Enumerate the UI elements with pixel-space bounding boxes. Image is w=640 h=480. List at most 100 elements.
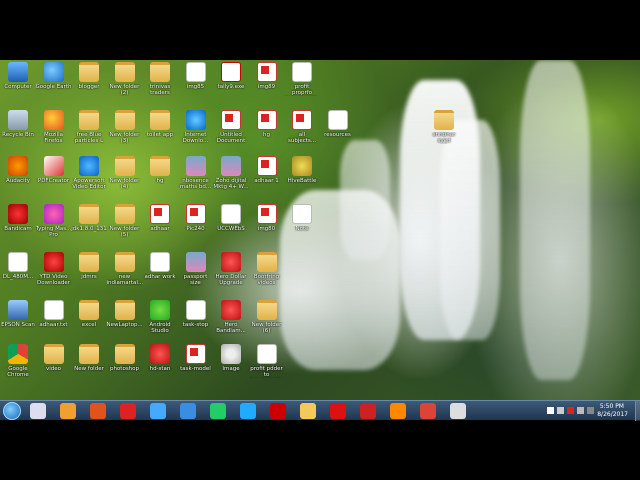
- clock-date[interactable]: 8/26/2017: [597, 411, 628, 418]
- video-editor-icon[interactable]: [210, 403, 226, 419]
- desktop-icon[interactable]: Recycle Bin: [0, 110, 36, 138]
- tally-icon: [221, 62, 241, 82]
- desktop-icon[interactable]: video: [36, 344, 72, 372]
- desktop-icon[interactable]: Mozilla Firefox: [36, 110, 72, 144]
- show-desktop-button[interactable]: [635, 401, 640, 421]
- desktop-icon[interactable]: hg: [142, 156, 178, 184]
- desktop-icon[interactable]: img89: [249, 62, 285, 90]
- desktop-icon[interactable]: New folder (4): [107, 156, 143, 190]
- desktop-icon[interactable]: NewLaptop...: [107, 300, 143, 328]
- desktop-icon[interactable]: profit pdder to incorporatio: [249, 344, 285, 378]
- desktop-icon[interactable]: Zoho dijital Mktg 4+ W...: [213, 156, 249, 190]
- desktop-icon[interactable]: jdmrs: [71, 252, 107, 280]
- desktop-icon[interactable]: Bootfring videos: [249, 252, 285, 286]
- desktop-icon[interactable]: tally9.exe: [213, 62, 249, 90]
- desktop-icon[interactable]: Google Earth: [36, 62, 72, 90]
- desktop-icon[interactable]: new indiamartal...: [107, 252, 143, 286]
- desktop-icon[interactable]: DL_480M...: [0, 252, 36, 280]
- desktop-icon[interactable]: New folder (5): [107, 204, 143, 238]
- desktop-icon[interactable]: PDFCreator: [36, 156, 72, 184]
- desktop-icon-label: Google Chrome: [7, 366, 29, 378]
- battery-icon[interactable]: [587, 407, 594, 414]
- desktop-icon[interactable]: trinivas traders: [142, 62, 178, 96]
- desktop-icon[interactable]: YTD Video Downloader: [36, 252, 72, 286]
- bandicam-icon[interactable]: [330, 403, 346, 419]
- desktop-icon[interactable]: Google Chrome: [0, 344, 36, 378]
- desktop-icon[interactable]: Audacity: [0, 156, 36, 184]
- desktop-icon[interactable]: New folder (3): [107, 110, 143, 144]
- desktop-icon[interactable]: photoshop: [107, 344, 143, 372]
- network-icon[interactable]: [557, 407, 564, 414]
- desktop[interactable]: Computer Google Earth blogger New folder (2…: [0, 60, 640, 400]
- desktop-icon-label: New folder (6): [251, 322, 282, 334]
- desktop-icon[interactable]: nbosence maths bd...: [178, 156, 214, 190]
- windows-security-icon[interactable]: [30, 403, 46, 419]
- desktop-icon[interactable]: Internet Downlo...: [178, 110, 214, 144]
- desktop-icon[interactable]: excel: [71, 300, 107, 328]
- explorer-icon[interactable]: [300, 403, 316, 419]
- desktop-icon[interactable]: img80: [249, 204, 285, 232]
- desktop-icon[interactable]: Image: [213, 344, 249, 372]
- error-icon[interactable]: [567, 407, 574, 414]
- desktop-icon[interactable]: Computer: [0, 62, 36, 90]
- desktop-icon-label: all subjects...: [287, 132, 317, 144]
- desktop-icon[interactable]: adhar work: [142, 252, 178, 280]
- desktop-icon[interactable]: all subjects...: [284, 110, 320, 144]
- pdf-icon: [292, 110, 312, 130]
- folder-icon: [79, 252, 99, 272]
- desktop-icon[interactable]: task-model: [178, 344, 214, 372]
- desktop-icon-label: task-stop: [182, 322, 209, 328]
- desktop-icon[interactable]: Typing Mas... Pro: [36, 204, 72, 238]
- desktop-icon[interactable]: adhaar 1: [249, 156, 285, 184]
- flag-icon[interactable]: [547, 407, 554, 414]
- desktop-icon[interactable]: UCCWEbS: [213, 204, 249, 232]
- desktop-icon[interactable]: jdk1.8.0_131: [71, 204, 107, 232]
- windows-media-icon[interactable]: [60, 403, 76, 419]
- desktop-icon[interactable]: free Blue particles L: [71, 110, 107, 144]
- desktop-icon[interactable]: New folder: [71, 344, 107, 372]
- chrome-icon[interactable]: [420, 403, 436, 419]
- firefox-icon[interactable]: [90, 403, 106, 419]
- desktop-icon[interactable]: adhaar: [142, 204, 178, 232]
- desktop-icon[interactable]: Pic240: [178, 204, 214, 232]
- desktop-icon[interactable]: resources: [320, 110, 356, 138]
- app-icon[interactable]: [150, 403, 166, 419]
- desktop-icon[interactable]: img85: [178, 62, 214, 90]
- desktop-icon[interactable]: Note: [284, 204, 320, 232]
- desktop-icon[interactable]: EPSON Scan: [0, 300, 36, 328]
- desktop-icon[interactable]: New folder (2): [107, 62, 143, 96]
- desktop-icon[interactable]: Hero Bandlam...: [213, 300, 249, 334]
- google-earth-icon[interactable]: [180, 403, 196, 419]
- desktop-icon-label: Mozilla Firefox: [44, 132, 63, 144]
- desktop-icon[interactable]: Bandicam: [0, 204, 36, 232]
- pdf-icon: [150, 204, 170, 224]
- acrobat-icon[interactable]: [120, 403, 136, 419]
- desktop-icon[interactable]: adhaar.txt: [36, 300, 72, 328]
- desktop-icon[interactable]: shridhar syed ali: [426, 110, 462, 144]
- desktop-icon[interactable]: Apowersoft Video Editor: [71, 156, 107, 190]
- desktop-icon[interactable]: Android Studio: [142, 300, 178, 334]
- desktop-icon[interactable]: hg: [249, 110, 285, 138]
- desktop-icon[interactable]: task-stop: [178, 300, 214, 328]
- desktop-icon[interactable]: New folder (6): [249, 300, 285, 334]
- window-icon[interactable]: [450, 403, 466, 419]
- desktop-icon[interactable]: blogger: [71, 62, 107, 90]
- volume-icon[interactable]: [577, 407, 584, 414]
- desktop-icon[interactable]: Hero Dollar Upgrade: [213, 252, 249, 286]
- desktop-icon-label: HiveBattle: [287, 178, 317, 184]
- clock-time[interactable]: 5:50 PM: [600, 403, 624, 410]
- desktop-icon[interactable]: Untitled Document: [213, 110, 249, 144]
- app-icon[interactable]: [240, 403, 256, 419]
- recorder-icon[interactable]: [360, 403, 376, 419]
- desktop-icon[interactable]: profit proprfo incorporatio: [284, 62, 320, 96]
- vlc-icon[interactable]: [390, 403, 406, 419]
- desktop-icon-label: Bandicam: [4, 226, 32, 232]
- start-button[interactable]: [3, 402, 21, 420]
- tally-icon[interactable]: [270, 403, 286, 419]
- desktop-icon[interactable]: toilet app: [142, 110, 178, 138]
- desktop-icon[interactable]: passport size photo: [178, 252, 214, 286]
- desktop-icon[interactable]: hd-stan: [142, 344, 178, 372]
- desktop-icon[interactable]: HiveBattle: [284, 156, 320, 184]
- document-icon: [150, 252, 170, 272]
- folder-icon: [114, 204, 135, 224]
